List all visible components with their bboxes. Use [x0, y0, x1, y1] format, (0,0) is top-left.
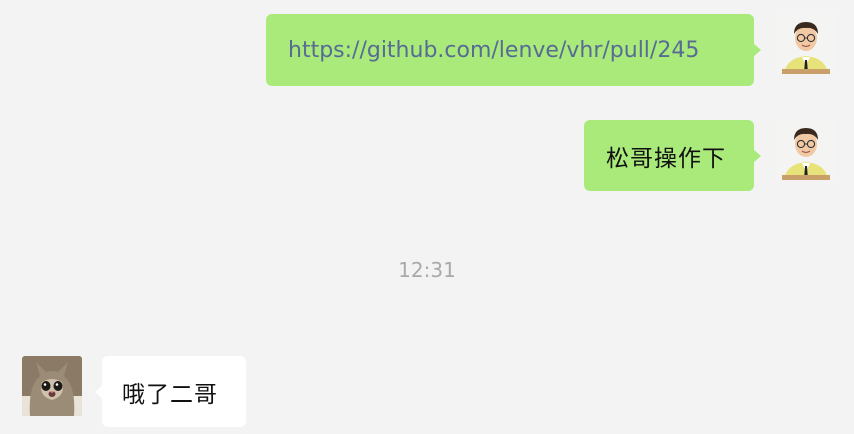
- outgoing-message-bubble-link[interactable]: https://github.com/lenve/vhr/pull/245: [266, 14, 761, 86]
- sender-avatar[interactable]: [776, 14, 836, 74]
- message-text: 哦了二哥: [122, 381, 218, 408]
- message-link[interactable]: https://github.com/lenve/vhr/pull/245: [288, 38, 699, 63]
- sender-avatar[interactable]: [776, 120, 836, 180]
- message-text: 松哥操作下: [606, 145, 726, 172]
- cartoon-man-avatar-icon: [776, 120, 836, 180]
- contact-avatar[interactable]: [22, 356, 82, 416]
- incoming-message-bubble[interactable]: 哦了二哥: [95, 356, 246, 427]
- cartoon-man-avatar-icon: [776, 14, 836, 74]
- cat-photo-avatar-icon: [22, 356, 82, 416]
- chat-timestamp: 12:31: [398, 258, 456, 282]
- outgoing-message-bubble[interactable]: 松哥操作下: [584, 120, 761, 191]
